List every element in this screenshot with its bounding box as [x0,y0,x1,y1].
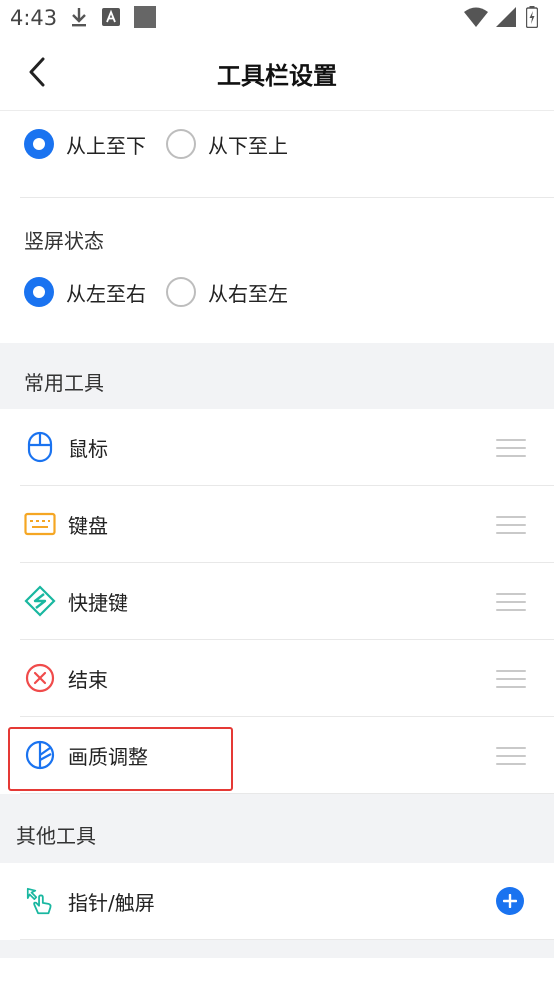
radio-left-to-right[interactable]: 从左至右 [24,277,146,307]
drag-handle-icon[interactable] [496,670,526,688]
wifi-icon [464,7,488,31]
divider [20,197,554,198]
tool-label: 结束 [68,668,108,692]
radio-bottom-to-top[interactable]: 从下至上 [166,129,288,159]
divider [20,939,554,940]
tool-row-mouse[interactable]: 鼠标 [0,409,554,486]
shortcut-icon [24,585,56,617]
page-title: 工具栏设置 [217,62,337,90]
common-tools-label: 常用工具 [24,371,104,395]
a-text-icon [102,8,120,30]
radio-label: 从上至下 [66,133,146,158]
radio-selected-icon [24,129,54,159]
tool-label: 键盘 [68,514,108,538]
tool-row-end[interactable]: 结束 [0,640,554,717]
radio-right-to-left[interactable]: 从右至左 [166,277,288,307]
tool-label: 快捷键 [68,591,128,615]
tool-row-shortcut[interactable]: 快捷键 [0,563,554,640]
radio-unselected-icon [166,277,196,307]
add-tool-button[interactable] [496,887,524,915]
keyboard-icon [24,508,56,540]
other-tools-list: 指针/触屏 [0,863,554,940]
mouse-icon [24,431,56,463]
other-tools-label: 其他工具 [16,824,96,848]
status-icons-left [70,6,156,32]
radio-label: 从下至上 [208,133,288,158]
tool-label: 指针/触屏 [68,891,155,915]
bottom-card-edge [0,958,554,984]
drag-handle-icon[interactable] [496,439,526,457]
square-icon [134,6,156,32]
radio-label: 从右至左 [208,281,288,306]
status-bar: 4:43 [0,0,554,38]
divider [20,793,554,794]
status-time: 4:43 [10,6,58,30]
close-circle-icon [24,662,56,694]
radio-top-to-bottom[interactable]: 从上至下 [24,129,146,159]
orientation-card: 从上至下 从下至上 竖屏状态 从左至右 从右至左 [0,111,554,343]
radio-label: 从左至右 [66,281,146,306]
touch-pointer-icon [24,885,56,917]
landscape-radio-group: 从上至下 从下至上 [24,129,308,159]
drag-handle-icon[interactable] [496,747,526,765]
plus-icon [503,894,517,908]
highlight-box [8,727,233,791]
battery-icon [525,6,539,32]
portrait-label: 竖屏状态 [24,229,104,253]
drag-handle-icon[interactable] [496,593,526,611]
signal-icon [496,7,516,31]
tool-row-touch[interactable]: 指针/触屏 [0,863,554,940]
radio-unselected-icon [166,129,196,159]
drag-handle-icon[interactable] [496,516,526,534]
download-icon [70,7,88,31]
tool-label: 鼠标 [68,437,108,461]
tool-row-keyboard[interactable]: 键盘 [0,486,554,563]
portrait-radio-group: 从左至右 从右至左 [24,277,308,307]
radio-selected-icon [24,277,54,307]
status-icons-right [464,6,539,32]
header: 工具栏设置 [0,38,554,111]
